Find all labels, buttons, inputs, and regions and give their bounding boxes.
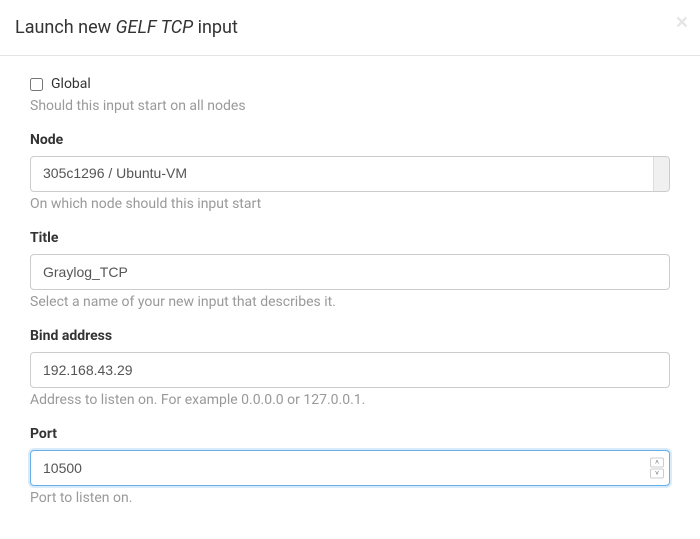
port-help-text: Port to listen on.	[30, 490, 670, 506]
node-field-group: Node 305c1296 / Ubuntu-VM On which node …	[30, 132, 670, 212]
modal-title: Launch new GELF TCP input	[15, 15, 685, 40]
port-step-down-button[interactable]: ˅	[650, 469, 664, 479]
port-field-group: Port ˄ ˅ Port to listen on.	[30, 426, 670, 506]
chevron-down-icon: ˅	[655, 470, 659, 478]
node-select[interactable]: 305c1296 / Ubuntu-VM	[30, 156, 670, 192]
port-label: Port	[30, 426, 670, 442]
title-input[interactable]	[30, 254, 670, 290]
node-help-text: On which node should this input start	[30, 196, 670, 212]
node-select-wrapper: 305c1296 / Ubuntu-VM	[30, 156, 670, 192]
close-button[interactable]: ×	[676, 12, 688, 33]
port-input[interactable]	[30, 450, 670, 486]
port-input-wrapper: ˄ ˅	[30, 450, 670, 486]
title-suffix: input	[193, 17, 238, 38]
bind-address-label: Bind address	[30, 328, 670, 344]
chevron-up-icon: ˄	[655, 459, 659, 467]
title-prefix: Launch new	[15, 17, 116, 38]
global-field-group: Global Should this input start on all no…	[30, 76, 670, 114]
global-help-text: Should this input start on all nodes	[30, 98, 670, 114]
port-step-up-button[interactable]: ˄	[650, 458, 664, 468]
port-spinner: ˄ ˅	[650, 458, 664, 479]
node-label: Node	[30, 132, 670, 148]
global-checkbox-row: Global	[30, 76, 670, 92]
title-field-group: Title Select a name of your new input th…	[30, 230, 670, 310]
bind-address-input[interactable]	[30, 352, 670, 388]
bind-address-field-group: Bind address Address to listen on. For e…	[30, 328, 670, 408]
title-input-type: GELF TCP	[116, 17, 193, 38]
global-checkbox[interactable]	[30, 78, 43, 91]
title-label: Title	[30, 230, 670, 246]
bind-address-help-text: Address to listen on. For example 0.0.0.…	[30, 392, 670, 408]
global-checkbox-label[interactable]: Global	[51, 76, 91, 92]
modal-header: Launch new GELF TCP input ×	[0, 0, 700, 56]
modal-body: Global Should this input start on all no…	[0, 56, 700, 539]
title-help-text: Select a name of your new input that des…	[30, 294, 670, 310]
